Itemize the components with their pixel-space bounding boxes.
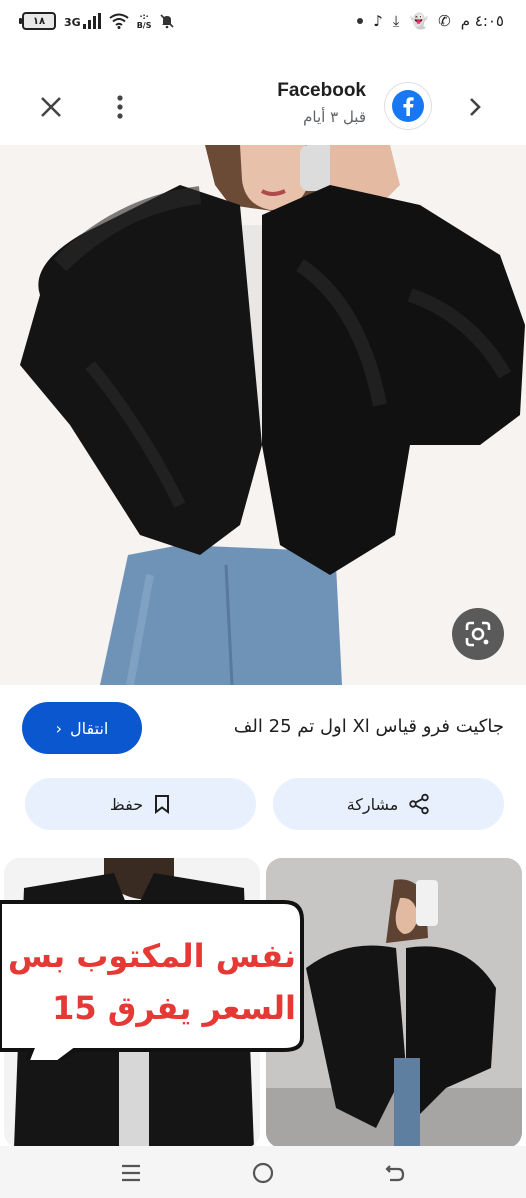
bookmark-icon xyxy=(155,795,170,814)
close-icon[interactable] xyxy=(36,92,66,122)
cell-signal-icon: 3G xyxy=(64,13,101,29)
notification-dot-icon xyxy=(357,18,364,24)
source-info[interactable]: Facebook قبل ٣ أيام xyxy=(277,80,366,126)
home-button[interactable] xyxy=(248,1158,278,1188)
mute-icon xyxy=(160,14,175,29)
status-bar: ١٨ 3G ·:· B/S ♪ ⤓ 👻 ✆ ٤:٠٥ م xyxy=(0,0,526,48)
battery-level: ١٨ xyxy=(32,15,46,27)
tiktok-icon: ♪ xyxy=(373,12,383,30)
google-lens-button[interactable] xyxy=(452,608,504,660)
share-icon xyxy=(409,793,430,815)
main-product-image[interactable] xyxy=(0,145,526,685)
chevron-left-icon: ‹ xyxy=(55,718,63,738)
recent-apps-icon xyxy=(122,1164,140,1182)
item-title-row: انتقال ‹ جاكيت فرو قياس Xl اول تم 25 الف xyxy=(0,700,526,760)
save-label: حفظ xyxy=(109,794,144,814)
item-title: جاكيت فرو قياس Xl اول تم 25 الف xyxy=(233,716,504,737)
recent-apps-button[interactable] xyxy=(116,1158,146,1188)
speed-label: B/S xyxy=(136,21,152,30)
sticker-text: نفس المكتوب بس السعر يفرق 15 xyxy=(0,930,296,1034)
viewer-header: Facebook قبل ٣ أيام xyxy=(0,72,526,142)
lens-icon xyxy=(465,621,491,647)
download-icon: ⤓ xyxy=(392,12,400,30)
battery-icon: ١٨ xyxy=(19,12,56,30)
facebook-logo-icon[interactable] xyxy=(384,82,432,130)
save-button[interactable]: حفظ xyxy=(25,778,256,830)
posted-time: قبل ٣ أيام xyxy=(303,108,366,126)
back-button[interactable] xyxy=(380,1158,410,1188)
visit-label: انتقال xyxy=(70,718,109,738)
wifi-icon xyxy=(109,13,129,29)
share-label: مشاركة xyxy=(346,794,399,814)
snapchat-icon: 👻 xyxy=(409,12,429,30)
fur-jacket-photo xyxy=(0,145,526,685)
data-speed-indicator: ·:· B/S xyxy=(136,12,152,30)
source-name: Facebook xyxy=(277,80,366,101)
whatsapp-icon: ✆ xyxy=(438,12,451,30)
chevron-right-icon[interactable] xyxy=(462,94,488,120)
share-button[interactable]: مشاركة xyxy=(273,778,504,830)
network-type: 3G xyxy=(64,16,81,29)
system-nav-bar xyxy=(0,1146,526,1198)
sticker-line-1: نفس المكتوب بس xyxy=(7,937,296,975)
sticker-line-2: السعر يفرق 15 xyxy=(52,989,296,1027)
clock: ٤:٠٥ م xyxy=(460,12,504,30)
back-icon xyxy=(385,1165,405,1182)
home-icon xyxy=(252,1162,274,1184)
status-left: ١٨ 3G ·:· B/S xyxy=(19,12,175,30)
more-options-icon[interactable] xyxy=(108,92,132,122)
status-right: ♪ ⤓ 👻 ✆ ٤:٠٥ م xyxy=(357,12,504,30)
visit-button[interactable]: انتقال ‹ xyxy=(22,702,142,754)
